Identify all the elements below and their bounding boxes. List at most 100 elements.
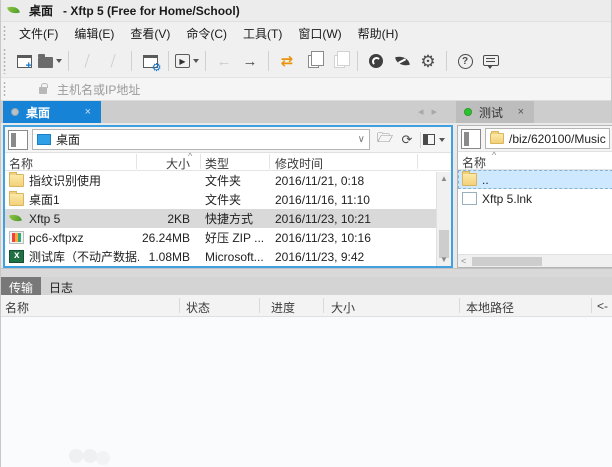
local-path-bar: 桌面 ∨ 🗁 ⟳ <box>5 127 451 153</box>
folder-up-icon[interactable]: 🗁 <box>374 130 396 150</box>
title-app-name: - Xftp 5 (Free for Home/School) <box>63 3 240 18</box>
remote-path-combo[interactable]: /biz/620100/Music <box>485 128 610 149</box>
col-size[interactable]: 大小 <box>331 299 355 316</box>
address-bar: 主机名或IP地址 <box>1 78 611 101</box>
remote-file-list: .. Xftp 5.lnk <box>458 170 612 208</box>
new-session-icon[interactable]: + <box>12 49 36 73</box>
transfer-queue-area <box>1 317 612 467</box>
menu-tools[interactable]: 工具(T) <box>235 22 290 45</box>
forward-icon[interactable]: → <box>238 49 262 73</box>
zip-archive-icon <box>9 231 24 244</box>
lock-icon <box>39 83 48 94</box>
col-type[interactable]: 类型 <box>205 155 229 172</box>
session-properties-icon[interactable]: ⚙ <box>138 49 162 73</box>
main-area: 桌面 ∨ 🗁 ⟳ 名称 ^ 大小 类型 修改时间 指纹识别使用 文件夹 2016… <box>1 123 612 268</box>
tab-test[interactable]: 测试 × <box>456 101 534 123</box>
tab-desktop-label: 桌面 <box>26 105 51 120</box>
remote-sidebar-toggle-icon[interactable] <box>461 128 481 149</box>
remote-column-headers: 名称 ^ <box>458 150 612 171</box>
session-connected-dot <box>464 108 472 116</box>
options-gear-icon[interactable]: ⚙ <box>416 49 440 73</box>
menu-command[interactable]: 命令(C) <box>178 22 235 45</box>
session-tab-strip: 桌面 × ◂▸ 测试 × <box>1 101 611 123</box>
refresh-icon[interactable]: ⟳ <box>396 130 418 150</box>
address-gripper <box>3 81 6 97</box>
scrollbar-thumb[interactable] <box>439 230 449 258</box>
file-row[interactable]: pc6-xftpxz 26.24MB 好压 ZIP ... 2016/11/23… <box>5 228 439 247</box>
session-status-dot <box>11 108 19 116</box>
host-address-input[interactable]: 主机名或IP地址 <box>57 81 140 98</box>
xftp-icon[interactable] <box>390 49 414 73</box>
col-name[interactable]: 名称 <box>462 154 486 171</box>
title-bar: 桌面 - Xftp 5 (Free for Home/School) <box>1 0 611 22</box>
xshell-icon[interactable] <box>364 49 388 73</box>
transfer-icon[interactable]: ⇄ <box>275 49 299 73</box>
menu-bar: 文件(F) 编辑(E) 查看(V) 命令(C) 工具(T) 窗口(W) 帮助(H… <box>1 22 611 45</box>
sort-asc-icon: ^ <box>492 150 497 160</box>
file-row-selected[interactable]: Xftp 5 2KB 快捷方式 2016/11/23, 10:21 <box>5 209 439 228</box>
tab-desktop[interactable]: 桌面 × <box>3 101 101 123</box>
tab-test-label: 测试 <box>479 105 504 120</box>
chevron-down-icon[interactable]: ∨ <box>358 134 365 145</box>
local-column-headers: 名称 ^ 大小 类型 修改时间 <box>5 151 451 172</box>
copy-icon[interactable] <box>301 49 325 73</box>
local-path-value: 桌面 <box>56 133 81 147</box>
col-progress[interactable]: 进度 <box>271 299 295 316</box>
local-vertical-scrollbar[interactable]: ▲ ▼ <box>436 172 451 266</box>
col-size[interactable]: 大小 <box>140 155 190 172</box>
menu-gripper <box>3 25 6 42</box>
col-name[interactable]: 名称 <box>5 299 29 316</box>
tab-test-close-icon[interactable]: × <box>516 106 526 118</box>
file-row-selected[interactable]: .. <box>458 170 612 189</box>
local-file-pane: 桌面 ∨ 🗁 ⟳ 名称 ^ 大小 类型 修改时间 指纹识别使用 文件夹 2016… <box>3 125 453 268</box>
excel-file-icon <box>9 250 24 263</box>
file-row[interactable]: 测试库（不动产数据... 1.08MB Microsoft... 2016/11… <box>5 247 439 266</box>
disconnect-icon[interactable]: ⧸ <box>75 49 99 73</box>
scrollbar-thumb[interactable] <box>472 257 542 266</box>
folder-icon <box>490 131 504 144</box>
menu-window[interactable]: 窗口(W) <box>290 22 349 45</box>
col-modified[interactable]: 修改时间 <box>275 155 323 172</box>
remote-path-value: /biz/620100/Music <box>509 131 606 146</box>
remote-file-pane: /biz/620100/Music 名称 ^ .. Xftp 5.lnk < <box>457 125 612 268</box>
xftp-app-icon <box>7 4 20 17</box>
open-session-icon[interactable] <box>38 49 62 73</box>
tab-transfer[interactable]: 传输 <box>1 277 42 295</box>
remote-path-bar: /biz/620100/Music <box>458 126 612 152</box>
tab-log[interactable]: 日志 <box>41 277 81 295</box>
col-status[interactable]: 状态 <box>186 299 210 316</box>
feedback-icon[interactable] <box>479 49 503 73</box>
local-file-list: 指纹识别使用 文件夹 2016/11/21, 0:18 桌面1 文件夹 2016… <box>5 171 439 266</box>
views-icon[interactable] <box>423 130 445 150</box>
tab-nav-arrows[interactable]: ◂▸ <box>418 105 445 118</box>
transfer-column-headers: 名称 状态 进度 大小 本地路径 <-> <box>1 295 612 327</box>
menu-file[interactable]: 文件(F) <box>11 22 66 45</box>
menu-edit[interactable]: 编辑(E) <box>66 22 122 45</box>
toolbar-gripper <box>3 48 6 74</box>
local-sidebar-toggle-icon[interactable] <box>8 129 28 150</box>
title-session-name: 桌面 <box>29 4 54 18</box>
local-path-combo[interactable]: 桌面 ∨ <box>32 129 370 150</box>
file-row[interactable]: 指纹识别使用 文件夹 2016/11/21, 0:18 <box>5 171 439 190</box>
run-icon[interactable]: ▶ <box>175 49 199 73</box>
pane-splitter[interactable] <box>1 268 612 277</box>
desktop-icon <box>37 134 51 145</box>
file-icon <box>462 192 477 205</box>
help-icon[interactable]: ? <box>453 49 477 73</box>
file-row[interactable]: Xftp 5.lnk <box>458 189 612 208</box>
menu-help[interactable]: 帮助(H) <box>350 22 407 45</box>
folder-icon <box>462 171 477 186</box>
watermark-dots <box>69 449 83 463</box>
menu-view[interactable]: 查看(V) <box>122 22 178 45</box>
reconnect-icon[interactable]: ⧸ <box>101 49 125 73</box>
col-name[interactable]: 名称 <box>9 155 33 172</box>
remote-horizontal-scrollbar[interactable]: < <box>458 254 612 267</box>
file-row[interactable]: 桌面1 文件夹 2016/11/16, 11:10 <box>5 190 439 209</box>
paste-icon[interactable] <box>327 49 351 73</box>
toolbar: + ⧸ ⧸ ⚙ ▶ ← → ⇄ ⚙ ? <box>1 45 611 78</box>
folder-icon <box>9 191 24 206</box>
back-icon[interactable]: ← <box>212 49 236 73</box>
folder-icon <box>9 172 24 187</box>
tab-desktop-close-icon[interactable]: × <box>83 106 93 118</box>
col-local-path[interactable]: 本地路径 <box>466 299 514 316</box>
